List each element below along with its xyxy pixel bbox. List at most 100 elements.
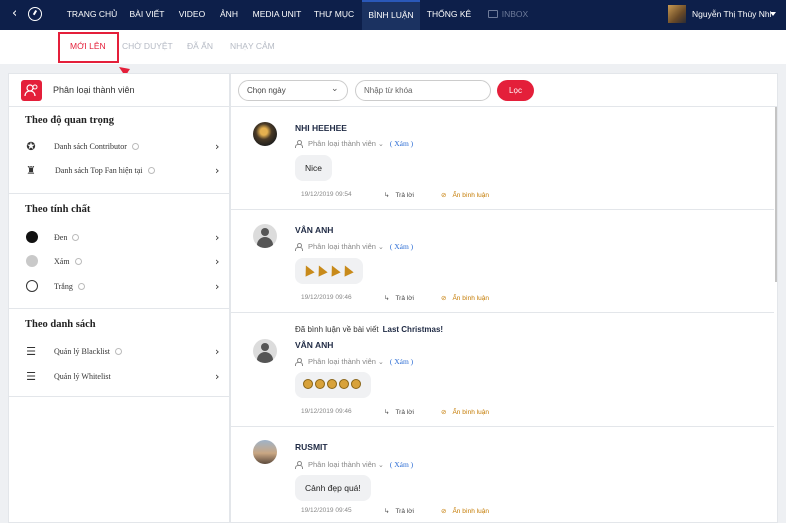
hide-comment-button[interactable]: ⊘ Ẩn bình luận — [441, 294, 489, 302]
comment-item: NHI HEEHEE Phân loại thành viên ⌄( Xám ) … — [231, 107, 774, 210]
chevron-down-icon: ⌄ — [331, 84, 339, 94]
user-icon — [295, 358, 303, 366]
tab-hidden[interactable]: ĐÃ ẨN — [187, 41, 213, 51]
nav-home[interactable]: TRANG CHỦ — [62, 0, 122, 30]
section-title: Theo tính chất — [25, 204, 91, 215]
reply-icon: ↳ — [384, 408, 390, 416]
keyword-input[interactable] — [355, 80, 491, 101]
sidebar-item-label: Quản lý Blacklist — [54, 347, 110, 356]
black-dot-icon — [26, 231, 38, 243]
filter-button[interactable]: Lọc — [497, 80, 534, 101]
party-popper-emoji-icon — [301, 258, 355, 284]
reply-icon: ↳ — [384, 191, 390, 199]
nav-comments[interactable]: BÌNH LUẬN — [362, 0, 420, 30]
eye-slash-icon: ⊘ — [441, 507, 447, 515]
gray-dot-icon — [26, 255, 38, 267]
annotation-highlight-box — [58, 32, 119, 63]
classification-value[interactable]: ( Xám ) — [390, 357, 413, 366]
chevron-down-icon[interactable]: ⌄ — [378, 140, 384, 148]
reply-label: Trả lời — [395, 508, 414, 515]
user-avatar[interactable] — [668, 5, 686, 23]
avatar[interactable] — [253, 224, 277, 248]
reply-button[interactable]: ↳ Trả lời — [384, 191, 414, 199]
hide-comment-button[interactable]: ⊘ Ẩn bình luận — [441, 507, 489, 515]
sidebar-item-whitelist[interactable]: ☰ Quản lý Whitelist › — [9, 367, 231, 387]
sliders-icon: ☰ — [26, 370, 36, 383]
sidebar-item-blacklist[interactable]: ☰ Quản lý Blacklist › — [9, 342, 231, 362]
sidebar-item-contributor[interactable]: ✪ Danh sách Contributor › — [9, 137, 231, 157]
nav-inbox[interactable]: INBOX — [480, 0, 536, 30]
sidebar-item-black[interactable]: Đen › — [9, 228, 231, 248]
sidebar-item-gray[interactable]: Xám › — [9, 252, 231, 272]
nav-media-unit[interactable]: MEDIA UNIT — [248, 0, 306, 30]
chevron-down-icon[interactable]: ⌄ — [378, 358, 384, 366]
comment-sticker-bubble — [295, 372, 371, 398]
nav-statistics[interactable]: THỐNG KÊ — [422, 0, 476, 30]
commenter-name[interactable]: RUSMIT — [295, 442, 328, 452]
chevron-right-icon: › — [215, 255, 220, 268]
reply-button[interactable]: ↳ Trả lời — [384, 408, 414, 416]
classification-value[interactable]: ( Xám ) — [390, 139, 413, 148]
section-lists: Theo danh sách ☰ Quản lý Blacklist › ☰ Q… — [9, 309, 231, 397]
section-title: Theo danh sách — [25, 319, 96, 330]
reply-button[interactable]: ↳ Trả lời — [384, 507, 414, 515]
top-navigation: ‹ TRANG CHỦ BÀI VIẾT VIDEO ẢNH MEDIA UNI… — [0, 0, 786, 30]
member-classification[interactable]: Phân loại thành viên — [308, 139, 376, 148]
chevron-right-icon: › — [215, 164, 220, 177]
hide-label: Ẩn bình luận — [452, 295, 489, 302]
app-root: ‹ TRANG CHỦ BÀI VIẾT VIDEO ẢNH MEDIA UNI… — [0, 0, 786, 523]
date-select-value: Chọn ngày — [247, 86, 286, 95]
back-chevron-icon[interactable]: ‹ — [12, 6, 17, 21]
section-nature: Theo tính chất Đen › Xám › Trắng › — [9, 194, 231, 309]
avatar[interactable] — [253, 339, 277, 363]
chevron-down-icon[interactable] — [770, 12, 776, 16]
filter-bar: Chọn ngày ⌄ Lọc — [231, 74, 777, 107]
reply-label: Trả lời — [395, 409, 414, 416]
hide-comment-button[interactable]: ⊘ Ẩn bình luận — [441, 408, 489, 416]
user-name[interactable]: Nguyễn Thị Thùy Nhi — [692, 9, 772, 19]
nav-photos[interactable]: ẢNH — [214, 0, 244, 30]
nav-video[interactable]: VIDEO — [172, 0, 212, 30]
post-title-link[interactable]: Last Christmas! — [383, 325, 443, 334]
commenter-name[interactable]: NHI HEEHEE — [295, 123, 347, 133]
info-icon — [131, 143, 139, 150]
tab-pending[interactable]: CHỜ DUYỆT — [122, 41, 173, 51]
member-classification[interactable]: Phân loại thành viên — [308, 242, 376, 251]
commenter-name[interactable]: VÂN ANH — [295, 340, 333, 350]
member-classification[interactable]: Phân loại thành viên — [308, 357, 376, 366]
avatar[interactable] — [253, 122, 277, 146]
info-icon — [74, 258, 82, 265]
sidebar-item-white[interactable]: Trắng › — [9, 277, 231, 297]
dashboard-gauge-icon[interactable] — [28, 7, 42, 21]
users-icon — [21, 80, 42, 101]
comment-timestamp: 19/12/2019 09:46 — [301, 294, 352, 301]
comment-text: Cảnh đẹp quá! — [295, 475, 371, 501]
nav-folders[interactable]: THƯ MỤC — [308, 0, 360, 30]
comment-timestamp: 19/12/2019 09:45 — [301, 507, 352, 514]
classification-value[interactable]: ( Xám ) — [390, 460, 413, 469]
hide-comment-button[interactable]: ⊘ Ẩn bình luận — [441, 191, 489, 199]
member-classification[interactable]: Phân loại thành viên — [308, 460, 376, 469]
member-classification-sidebar: Phân loại thành viên Theo độ quan trọng … — [8, 73, 231, 523]
sidebar-header: Phân loại thành viên — [9, 74, 231, 107]
sidebar-item-label: Danh sách Top Fan hiện tại — [55, 166, 143, 175]
chevron-right-icon: › — [215, 231, 220, 244]
user-icon — [295, 243, 303, 251]
date-select[interactable]: Chọn ngày ⌄ — [238, 80, 348, 101]
sidebar-item-top-fan[interactable]: ♜ Danh sách Top Fan hiện tại › — [9, 161, 231, 181]
comments-panel: Chọn ngày ⌄ Lọc NHI HEEHEE Phân loại thà… — [230, 73, 778, 523]
info-icon — [72, 234, 80, 241]
avatar[interactable] — [253, 440, 277, 464]
nav-posts[interactable]: BÀI VIẾT — [124, 0, 170, 30]
commenter-name[interactable]: VÂN ANH — [295, 225, 333, 235]
reply-icon: ↳ — [384, 294, 390, 302]
tab-sensitive[interactable]: NHẠY CẢM — [230, 41, 275, 51]
chevron-right-icon: › — [215, 370, 220, 383]
scrollbar[interactable] — [775, 107, 777, 282]
comment-context: Đã bình luận về bài viết Last Christmas! — [295, 325, 443, 334]
chevron-down-icon[interactable]: ⌄ — [378, 461, 384, 469]
reply-button[interactable]: ↳ Trả lời — [384, 294, 414, 302]
white-dot-icon — [26, 280, 38, 292]
chevron-down-icon[interactable]: ⌄ — [378, 243, 384, 251]
classification-value[interactable]: ( Xám ) — [390, 242, 413, 251]
